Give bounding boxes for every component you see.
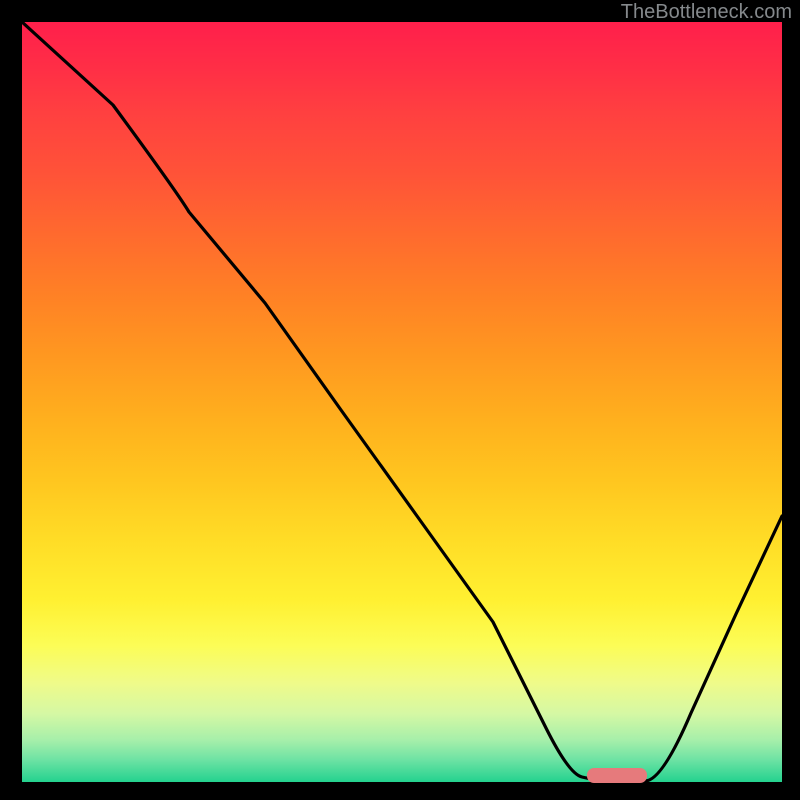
optimal-marker — [587, 768, 647, 783]
watermark-text: TheBottleneck.com — [621, 1, 792, 24]
plot-area — [22, 22, 782, 782]
chart-container: TheBottleneck.com — [0, 0, 800, 800]
bottleneck-curve — [22, 22, 782, 782]
curve-path — [22, 22, 782, 781]
